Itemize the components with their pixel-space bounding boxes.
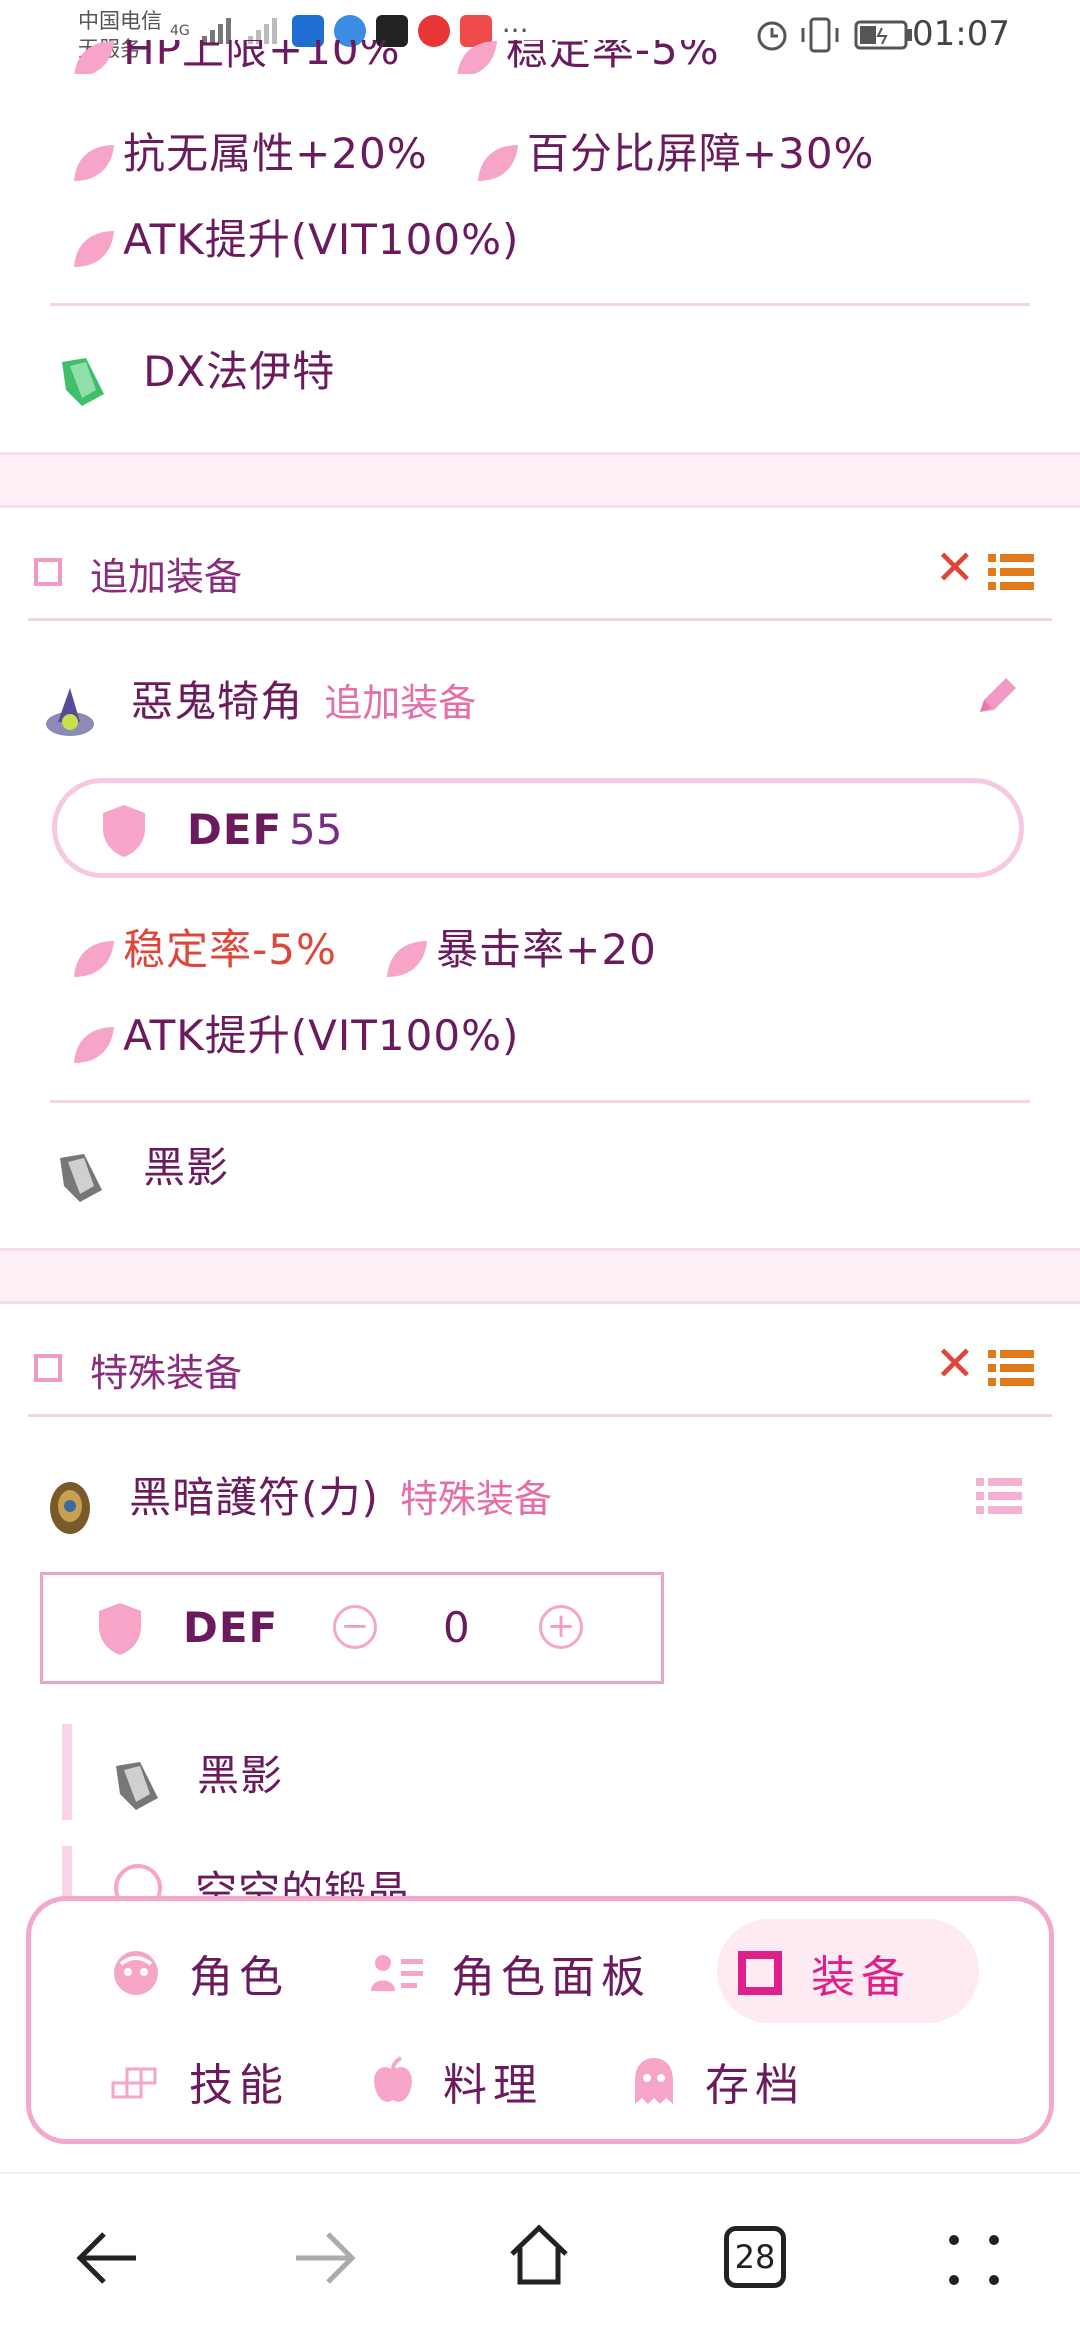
indent-bar xyxy=(62,1724,72,1820)
section-title: 追加装备 xyxy=(90,555,243,599)
nav-item-skills[interactable]: 技能 xyxy=(111,2049,289,2113)
empty-slot-icon xyxy=(114,1864,162,1896)
section-checkbox[interactable] xyxy=(34,558,62,586)
leaf-icon xyxy=(74,1026,114,1063)
section-checkbox[interactable] xyxy=(34,1354,62,1382)
leaf-icon xyxy=(387,940,428,977)
id-card-icon xyxy=(371,1955,423,1991)
list-icon[interactable] xyxy=(988,552,1034,592)
home-icon[interactable] xyxy=(506,2222,572,2288)
tab-count-button[interactable]: 28 xyxy=(724,2226,786,2288)
crystal-icon xyxy=(60,1153,102,1202)
effect-text: 稳定率-5% xyxy=(123,925,337,974)
effect-row: ATK提升(VIT100%) xyxy=(68,1002,519,1069)
forward-arrow-icon[interactable] xyxy=(292,2228,358,2288)
effect-row: 抗无属性+20% 百分比屏障+30% xyxy=(68,120,874,187)
indent-bar xyxy=(62,1846,72,1896)
crystal-row[interactable]: 空空的锻晶 xyxy=(110,1858,410,1896)
leaf-icon xyxy=(457,40,497,74)
divider xyxy=(50,1100,1030,1103)
leaf-icon xyxy=(74,144,114,181)
crystal-icon xyxy=(116,1761,158,1810)
section-header-special-equip: 特殊装备 ✕ xyxy=(0,1314,1080,1424)
horn-item-icon xyxy=(46,687,94,736)
nav-label: 装备 xyxy=(811,1952,911,2003)
apple-icon xyxy=(374,2056,412,2102)
stat-label: DEF xyxy=(183,1603,279,1652)
back-arrow-icon[interactable] xyxy=(74,2228,140,2288)
decrement-button[interactable]: − xyxy=(333,1605,377,1649)
shield-icon xyxy=(99,1603,141,1655)
list-icon[interactable] xyxy=(988,1348,1034,1388)
close-icon[interactable]: ✕ xyxy=(935,1336,975,1392)
effect-text: 稳定率-5% xyxy=(505,40,720,74)
stat-label: DEF xyxy=(187,805,283,854)
item-row[interactable]: 黑暗護符(力) 特殊装备 xyxy=(44,1464,552,1538)
bottom-nav: 角色 角色面板 装备 技能 料理 存档 xyxy=(26,1896,1054,2144)
section-header-add-equip: 追加装备 ✕ xyxy=(0,518,1080,628)
face-icon xyxy=(114,1951,158,1995)
browser-toolbar: 28 xyxy=(0,2172,1080,2342)
list-icon[interactable] xyxy=(976,1478,1022,1514)
nav-item-cooking[interactable]: 料理 xyxy=(371,2049,543,2113)
item-tag: 特殊装备 xyxy=(399,1477,552,1521)
crystal-row[interactable]: 黑影 xyxy=(54,1134,229,1206)
crystal-name: 黑影 xyxy=(197,1751,284,1800)
divider xyxy=(50,303,1030,306)
close-icon[interactable]: ✕ xyxy=(935,540,975,596)
item-name: 黑暗護符(力) xyxy=(129,1473,379,1522)
divider xyxy=(28,618,1052,621)
section-separator xyxy=(0,1248,1080,1304)
nav-label: 料理 xyxy=(443,2060,543,2111)
item-name: 惡鬼犄角 xyxy=(131,677,304,726)
effect-text: HP上限+10% xyxy=(123,40,401,74)
nav-label: 存档 xyxy=(705,2060,805,2111)
effect-text: 暴击率+20 xyxy=(436,925,657,974)
item-tag: 追加装备 xyxy=(324,681,477,725)
effect-text: ATK提升(VIT100%) xyxy=(123,1011,520,1060)
nav-label: 角色 xyxy=(189,1952,289,2003)
stat-value: 55 xyxy=(289,805,343,854)
crystal-name: 空空的锻晶 xyxy=(195,1867,411,1896)
nav-item-save[interactable]: 存档 xyxy=(631,2049,805,2113)
item-row[interactable]: 惡鬼犄角 追加装备 xyxy=(40,668,476,742)
crystal-row[interactable]: 黑影 xyxy=(110,1742,283,1814)
leaf-icon xyxy=(74,40,114,74)
crystal-name: 黑影 xyxy=(143,1143,230,1192)
carrier-name: 中国电信 xyxy=(78,9,162,33)
effect-text: ATK提升(VIT100%) xyxy=(123,215,520,264)
nav-label: 技能 xyxy=(189,2060,289,2111)
shield-icon xyxy=(103,805,145,857)
cut-row: HP上限+10% 稳定率-5% xyxy=(68,40,968,74)
square-icon xyxy=(738,1951,782,1995)
nav-item-equipment[interactable]: 装备 xyxy=(737,1941,911,2005)
amulet-item-icon xyxy=(50,1481,90,1534)
stat-pill: DEF 55 xyxy=(52,778,1024,878)
edit-icon[interactable] xyxy=(974,672,1022,720)
leaf-icon xyxy=(74,230,114,267)
stat-stepper-box: DEF − 0 + xyxy=(40,1572,664,1684)
increment-button[interactable]: + xyxy=(539,1605,583,1649)
crystal-row[interactable]: DX法伊特 xyxy=(56,338,335,410)
crystal-icon xyxy=(62,357,104,406)
effect-text: 百分比屏障+30% xyxy=(526,129,875,178)
menu-dots-icon[interactable] xyxy=(944,2230,1004,2290)
network-type: 4G xyxy=(170,22,190,39)
section-separator xyxy=(0,452,1080,508)
blocks-icon xyxy=(111,2067,157,2099)
effect-row: 稳定率-5% 暴击率+20 xyxy=(68,916,657,983)
nav-label: 角色面板 xyxy=(451,1952,651,2003)
section-title: 特殊装备 xyxy=(90,1351,243,1395)
nav-item-character-panel[interactable]: 角色面板 xyxy=(371,1941,651,2005)
leaf-icon xyxy=(477,144,518,181)
nav-item-character[interactable]: 角色 xyxy=(111,1941,289,2005)
effect-row: ATK提升(VIT100%) xyxy=(68,206,519,273)
ghost-icon xyxy=(635,2058,673,2104)
stat-value[interactable]: 0 xyxy=(443,1603,471,1652)
effect-text: 抗无属性+20% xyxy=(123,129,428,178)
crystal-name: DX法伊特 xyxy=(143,347,336,396)
divider xyxy=(28,1414,1052,1417)
leaf-icon xyxy=(74,940,114,977)
